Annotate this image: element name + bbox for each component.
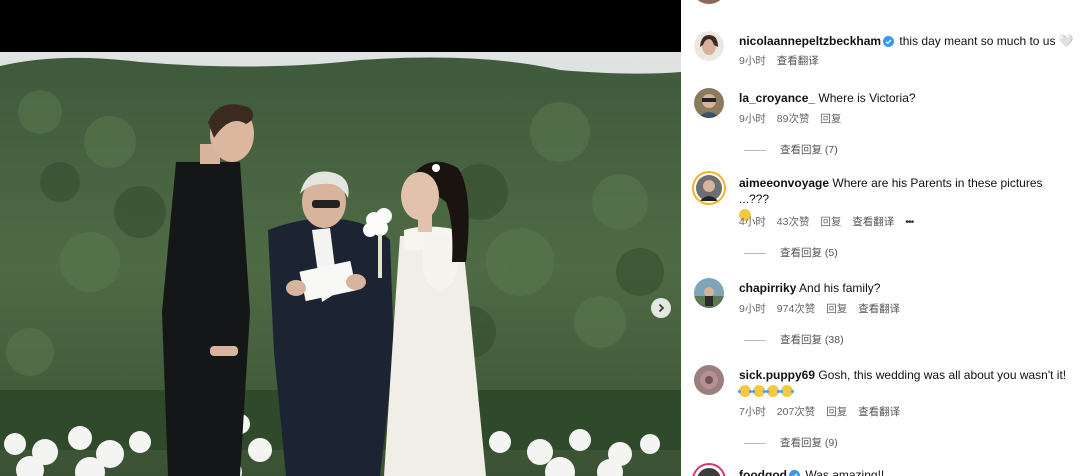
comment-text-block: foodgod Was amazing!!	[739, 467, 1074, 476]
comment-text-block: sick.puppy69 Gosh, this wedding was all …	[738, 367, 1074, 399]
avatar[interactable]	[694, 31, 724, 61]
avatar[interactable]	[694, 465, 724, 476]
comment-text: Was amazing!!	[805, 468, 885, 476]
chevron-right-icon	[658, 303, 665, 313]
view-replies-label: 查看回复 (38)	[780, 334, 844, 346]
reply-button[interactable]: 回复	[820, 216, 841, 228]
likes-count[interactable]: 974次赞	[777, 303, 816, 315]
tears-of-joy-emoji	[752, 385, 766, 397]
comment-username[interactable]: aimeeonvoyage	[739, 176, 829, 190]
tears-of-joy-emoji	[766, 385, 780, 397]
comment-username[interactable]: la_croyance_	[739, 91, 815, 105]
comment-text-block: la_croyance_ Where is Victoria?	[739, 90, 1074, 106]
likes-count[interactable]: 89次赞	[777, 113, 810, 125]
white-heart-emoji: 🤍	[1058, 34, 1074, 48]
comment-time: 9小时	[739, 303, 766, 315]
verified-badge-icon	[883, 35, 895, 51]
view-replies-label: 查看回复 (5)	[780, 247, 838, 259]
view-replies-label: 查看回复 (9)	[780, 437, 838, 449]
more-options-icon[interactable]: •••	[905, 216, 914, 228]
comment-text-block: nicolaannepeltzbeckham this day meant so…	[739, 33, 1074, 51]
comment-meta: 9小时 查看翻译	[739, 53, 827, 68]
tears-of-joy-emoji	[738, 385, 752, 397]
comment-text: this day meant so much to us	[899, 34, 1056, 48]
see-translation-button[interactable]: 查看翻译	[852, 216, 894, 228]
comment-text: And his family?	[799, 281, 881, 295]
post-photo	[0, 52, 681, 476]
see-translation-button[interactable]: 查看翻译	[858, 303, 900, 315]
comment-time: 9小时	[739, 55, 766, 67]
see-translation-button[interactable]: 查看翻译	[858, 406, 900, 418]
reply-button[interactable]: 回复	[826, 406, 847, 418]
comment-meta: 9小时 974次赞 回复 查看翻译	[739, 301, 908, 316]
avatar[interactable]	[694, 278, 724, 308]
avatar[interactable]	[694, 88, 724, 118]
see-translation-button[interactable]: 查看翻译	[777, 55, 819, 67]
comment-username[interactable]: chapirriky	[739, 281, 796, 295]
comment-time: 4小时	[739, 216, 766, 228]
view-replies-label: 查看回复 (7)	[780, 144, 838, 156]
avatar[interactable]	[694, 173, 724, 203]
replies-divider	[744, 442, 766, 444]
comment-meta: 4小时 43次赞 回复 查看翻译 •••	[739, 214, 921, 229]
verified-badge-icon	[788, 469, 800, 476]
replies-divider	[744, 252, 766, 254]
media-viewer	[0, 0, 681, 476]
comment-time: 9小时	[739, 113, 766, 125]
likes-count[interactable]: 207次赞	[777, 406, 816, 418]
view-replies-button[interactable]: 查看回复 (5)	[744, 245, 838, 260]
comment-text: Gosh, this wedding was all about you was…	[818, 368, 1067, 382]
comment-username[interactable]: nicolaannepeltzbeckham	[739, 34, 881, 48]
comment-text-block: chapirriky And his family?	[739, 280, 1074, 296]
reply-button[interactable]: 回复	[826, 303, 847, 315]
replies-divider	[744, 339, 766, 341]
view-replies-button[interactable]: 查看回复 (9)	[744, 435, 838, 450]
next-photo-button[interactable]	[651, 298, 671, 318]
view-replies-button[interactable]: 查看回复 (38)	[744, 332, 844, 347]
comment-username[interactable]: sick.puppy69	[739, 368, 815, 382]
view-replies-button[interactable]: 查看回复 (7)	[744, 142, 838, 157]
avatar[interactable]	[694, 365, 724, 395]
comment-text: Where is Victoria?	[818, 91, 916, 105]
comment-meta: 9小时 89次赞 回复	[739, 111, 849, 126]
reply-button[interactable]: 回复	[820, 113, 841, 125]
avatar[interactable]	[694, 0, 724, 4]
replies-divider	[744, 149, 766, 151]
comments-panel: nicolaannepeltzbeckham this day meant so…	[681, 0, 1080, 476]
comment-time: 7小时	[739, 406, 766, 418]
comment-username[interactable]: foodgod	[739, 468, 787, 476]
tears-of-joy-emoji	[780, 385, 794, 397]
comment-meta: 7小时 207次赞 回复 查看翻译	[739, 404, 908, 419]
likes-count[interactable]: 43次赞	[777, 216, 810, 228]
